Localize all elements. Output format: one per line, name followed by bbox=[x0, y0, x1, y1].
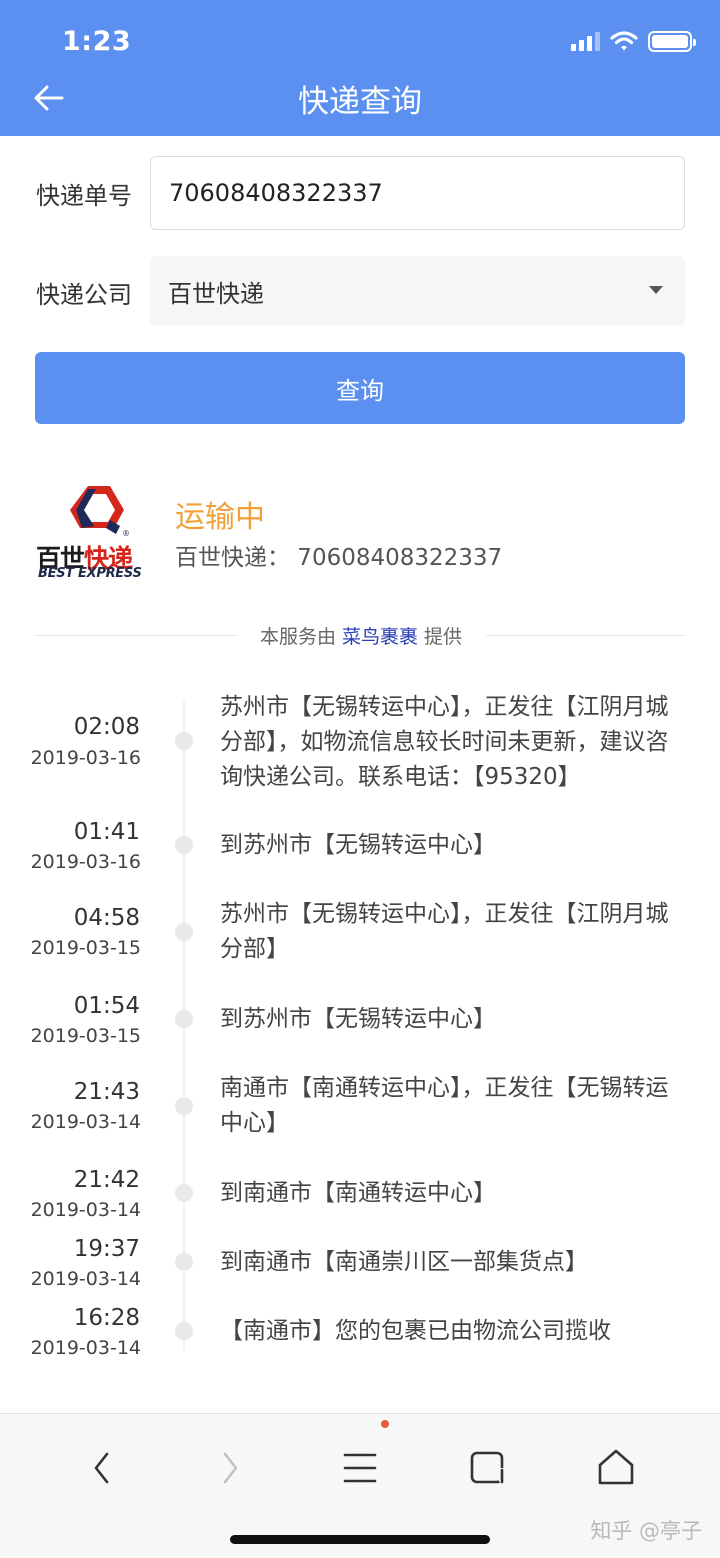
company-label: 快递公司 bbox=[36, 281, 132, 309]
query-button[interactable]: 查询 bbox=[35, 352, 685, 424]
company-select[interactable]: 百世快递 bbox=[150, 256, 685, 326]
timeline-dot bbox=[175, 923, 193, 941]
timeline-description: 到南通市【南通崇川区一部集货点】 bbox=[220, 1249, 588, 1275]
timeline-date: 2019-03-14 bbox=[30, 1268, 141, 1290]
notification-dot bbox=[381, 1420, 389, 1428]
tabs-icon[interactable] bbox=[458, 1438, 518, 1498]
timeline-date: 2019-03-14 bbox=[30, 1337, 141, 1359]
timeline-date: 2019-03-16 bbox=[30, 747, 141, 769]
timeline-time: 21:43 bbox=[73, 1079, 140, 1105]
tracking-label: 快递单号 bbox=[36, 182, 132, 210]
status-bar-icons bbox=[571, 30, 696, 52]
timeline-time: 19:37 bbox=[73, 1236, 140, 1262]
watermark: 知乎 @亭子 bbox=[590, 1519, 702, 1543]
timeline-time: 21:42 bbox=[73, 1167, 140, 1193]
timeline-dot bbox=[175, 1322, 193, 1340]
timeline-dot bbox=[175, 1097, 193, 1115]
timeline-date: 2019-03-15 bbox=[30, 937, 141, 959]
timeline-description: 苏州市【无锡转运中心】，正发往【江阴月城分部】 bbox=[220, 901, 669, 962]
signal-icon bbox=[571, 31, 600, 51]
timeline-description: 到苏州市【无锡转运中心】 bbox=[220, 1006, 496, 1032]
tracking-number-value: 70608408322337 bbox=[169, 179, 383, 207]
timeline-dot bbox=[175, 836, 193, 854]
timeline-time: 01:41 bbox=[73, 819, 140, 845]
battery-icon bbox=[648, 30, 696, 52]
timeline-time: 02:08 bbox=[73, 714, 140, 740]
timeline-dot bbox=[175, 1253, 193, 1271]
timeline-time: 04:58 bbox=[73, 905, 140, 931]
provider-divider: 本服务由 菜鸟裹裹 提供 bbox=[36, 622, 686, 650]
logo-english-text: BEST EXPRESS bbox=[38, 566, 142, 581]
provider-link[interactable]: 菜鸟裹裹 bbox=[342, 626, 418, 648]
timeline-description: 【南通市】您的包裹已由物流公司揽收 bbox=[220, 1318, 611, 1344]
browser-toolbar: 知乎 @亭子 bbox=[0, 1413, 720, 1558]
company-select-value: 百世快递 bbox=[168, 279, 264, 308]
timeline-description: 到南通市【南通转运中心】 bbox=[220, 1180, 496, 1206]
dropdown-caret-icon bbox=[649, 286, 663, 294]
app-header: 1:23 快递查询 bbox=[0, 0, 720, 136]
timeline-date: 2019-03-15 bbox=[30, 1025, 141, 1047]
timeline-description: 苏州市【无锡转运中心】，正发往【江阴月城分部】，如物流信息较长时间未更新，建议咨… bbox=[220, 694, 669, 790]
svg-text:®: ® bbox=[122, 529, 130, 538]
shipment-status: 运输中 bbox=[175, 500, 265, 535]
timeline-date: 2019-03-14 bbox=[30, 1199, 141, 1221]
timeline-dot bbox=[175, 732, 193, 750]
forward-icon[interactable] bbox=[200, 1438, 260, 1498]
menu-icon[interactable] bbox=[330, 1438, 390, 1498]
tracking-number-input[interactable]: 70608408322337 bbox=[150, 156, 685, 230]
timeline-dot bbox=[175, 1010, 193, 1028]
best-express-logo: ® 百世快递 BEST EXPRESS bbox=[36, 484, 156, 584]
provider-notice: 本服务由 菜鸟裹裹 提供 bbox=[259, 626, 463, 648]
page-title: 快递查询 bbox=[298, 84, 422, 120]
timeline-description: 到苏州市【无锡转运中心】 bbox=[220, 832, 496, 858]
home-indicator[interactable] bbox=[230, 1535, 490, 1544]
timeline-time: 16:28 bbox=[73, 1305, 140, 1331]
company-tracking-number: 百世快递： 70608408322337 bbox=[175, 545, 503, 571]
timeline-date: 2019-03-16 bbox=[30, 851, 141, 873]
wifi-icon bbox=[610, 31, 638, 51]
timeline-time: 01:54 bbox=[73, 993, 140, 1019]
timeline-description: 南通市【南通转运中心】，正发往【无锡转运中心】 bbox=[220, 1075, 669, 1136]
timeline-date: 2019-03-14 bbox=[30, 1111, 141, 1133]
best-express-logo-mark: ® bbox=[70, 486, 130, 538]
home-icon[interactable] bbox=[586, 1438, 646, 1498]
back-icon[interactable] bbox=[72, 1438, 132, 1498]
status-bar-time: 1:23 bbox=[62, 26, 132, 57]
timeline-dot bbox=[175, 1184, 193, 1202]
